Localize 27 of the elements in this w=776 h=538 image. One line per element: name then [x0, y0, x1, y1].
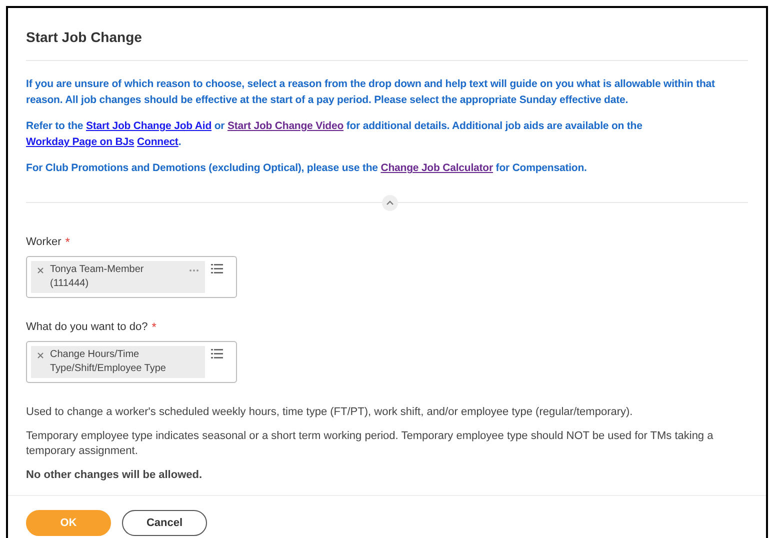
instruction-text: If you are unsure of which reason to choose, select a reason from the drop down and help text will guide on you what is allowable within that reason. All job changes should be effective at the start of a pay period. Please select the appropriate Sunday effective date.	[26, 77, 716, 108]
instruction-text: Refer to the Start Job Change Job Aid or Start Job Change Video for additional details. Additional job aids are available on the Workday Page on BJs Connect.	[26, 119, 644, 150]
link[interactable]: Start Job Change Job Aid	[86, 120, 212, 132]
remove-icon[interactable]	[37, 267, 44, 274]
remove-icon[interactable]	[37, 352, 44, 359]
field-label: What do you want to do?	[26, 320, 148, 335]
prompt-field[interactable]: Tonya Team-Member (111444)	[26, 256, 237, 298]
instruction-text: For Club Promotions and Demotions (excluding Optical), please use the Change Job Calculator for Compensation.	[26, 161, 588, 176]
list-icon[interactable]	[211, 349, 223, 359]
help-text: No other changes will be allowed.	[26, 468, 204, 483]
link[interactable]: Workday Page on BJs	[26, 136, 134, 148]
link[interactable]: Start Job Change Video	[227, 120, 344, 132]
dialog-title: Start Job Change	[26, 28, 143, 47]
list-icon[interactable]	[211, 264, 223, 274]
required-mark: *	[65, 234, 70, 251]
pill-text: Tonya Team-Member (111444)	[50, 263, 145, 291]
collapse-icon[interactable]	[382, 195, 398, 211]
help-text: Temporary employee type indicates seasonal or a short term working period. Temporary employee type should NOT be used for TMs taking a temporary assignment.	[26, 429, 714, 459]
help-text: Used to change a worker's scheduled weekly hours, time type (FT/PT), work shift, and/or employee type (regular/temporary).	[26, 405, 634, 420]
prompt-field[interactable]: Change Hours/Time Type/Shift/Employee Type	[26, 341, 237, 383]
required-mark: *	[152, 319, 156, 336]
pill-text: Change Hours/Time Type/Shift/Employee Type	[50, 348, 167, 376]
link[interactable]: Change Job Calculator	[380, 162, 493, 174]
field-label: Worker	[26, 234, 62, 250]
link[interactable]: Connect	[137, 136, 178, 148]
cancel-button[interactable]: Cancel	[122, 510, 207, 536]
more-icon[interactable]	[189, 269, 199, 272]
